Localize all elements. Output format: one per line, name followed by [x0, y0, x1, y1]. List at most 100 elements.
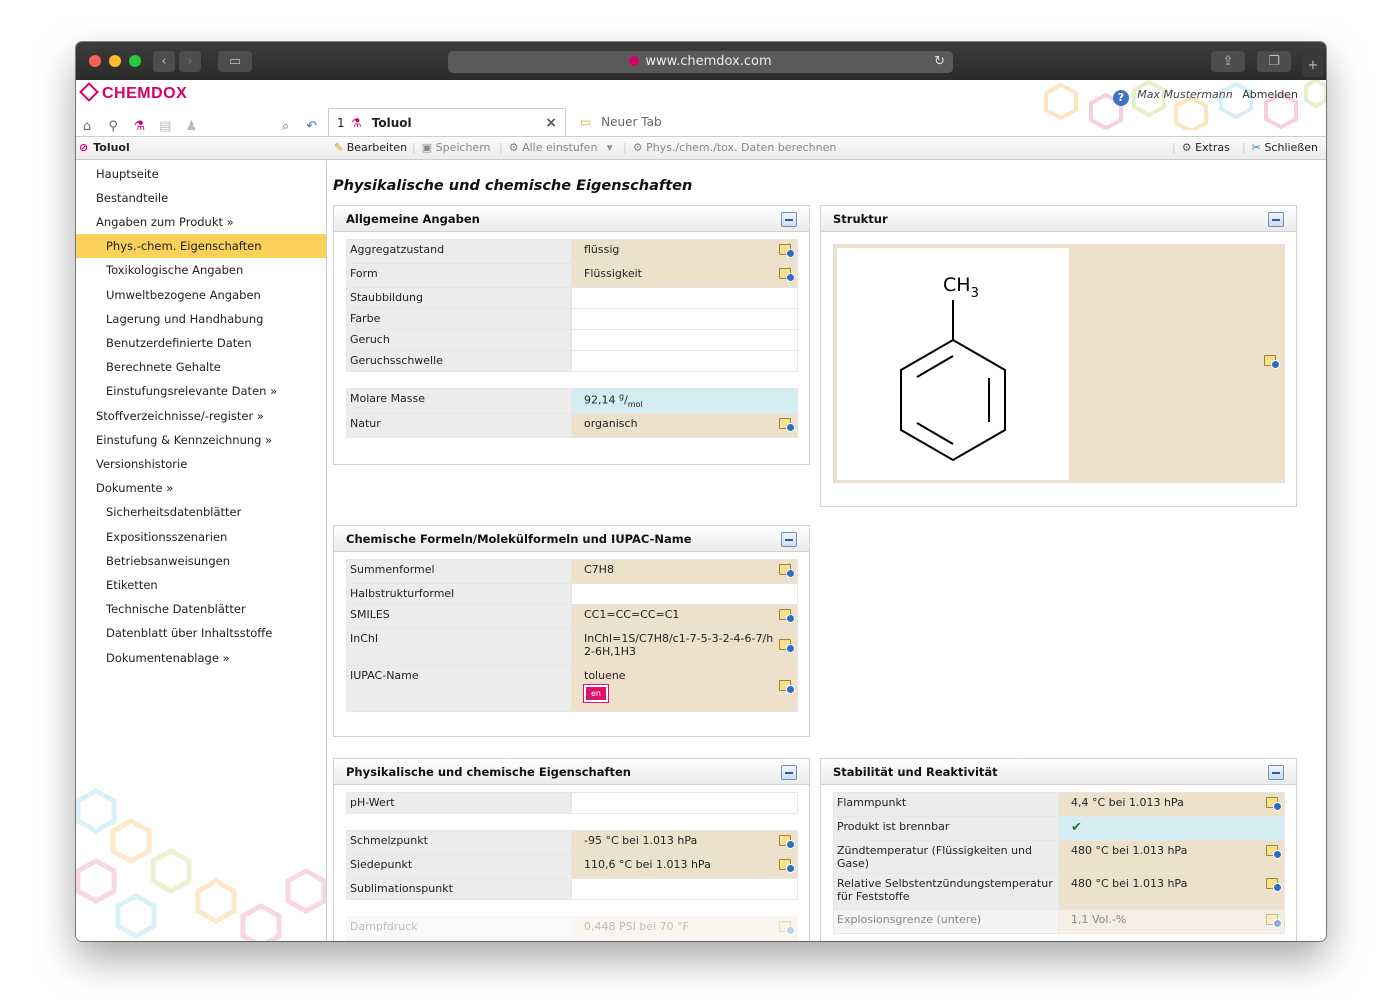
logout-link[interactable]: Abmelden — [1242, 88, 1298, 101]
row-value[interactable]: 480 °C bei 1.013 hPa — [1058, 873, 1285, 910]
structure-image[interactable]: CH3 — [837, 248, 1069, 480]
save-button[interactable]: | ▣ Speichern — [412, 141, 491, 154]
row-value[interactable]: 480 °C bei 1.013 hPa — [1058, 840, 1285, 874]
nav-item[interactable]: Versionshistorie — [76, 452, 326, 476]
nav-item[interactable]: Technische Datenblätter — [76, 597, 326, 621]
calc-button[interactable]: | ⚙ Phys./chem./tox. Daten berechnen — [623, 141, 836, 154]
row-value[interactable]: 92,14 g/mol — [571, 388, 798, 414]
edit-button[interactable]: ✎ Bearbeiten — [334, 141, 407, 154]
row-value[interactable] — [571, 878, 798, 900]
collapse-button[interactable] — [781, 765, 797, 780]
info-icon[interactable] — [779, 921, 795, 935]
close-window-button[interactable] — [89, 55, 101, 67]
reload-icon[interactable]: ↻ — [934, 51, 945, 73]
document-icon[interactable]: ▤ — [156, 119, 174, 135]
collapse-button[interactable] — [1268, 765, 1284, 780]
sidebar-toggle-icon[interactable]: ▭ — [218, 51, 252, 72]
row-value[interactable]: C7H8 — [571, 559, 798, 584]
zoom-window-button[interactable] — [129, 55, 141, 67]
row-value[interactable]: InChI=1S/C7H8/c1-7-5-3-2-4-6-7/h2-6H,1H3 — [571, 628, 798, 666]
row-value[interactable]: toluene en — [571, 665, 798, 712]
minimize-window-button[interactable] — [109, 55, 121, 67]
row-value[interactable]: -95 °C bei 1.013 hPa — [571, 830, 798, 855]
address-bar[interactable]: www.chemdox.com ↻ — [448, 51, 953, 73]
row-value[interactable]: ✔ — [1058, 816, 1285, 841]
extras-button[interactable]: | ⚙ Extras — [1172, 141, 1230, 154]
nav-item[interactable]: Dokumentenablage » — [76, 646, 326, 670]
tabs-overview-icon[interactable]: ❐ — [1257, 51, 1291, 72]
users-icon[interactable]: ♟ — [182, 119, 200, 135]
chemdox-logo[interactable]: CHEMDOX — [79, 82, 187, 103]
home-icon[interactable]: ⌂ — [78, 119, 96, 135]
nav-item[interactable]: Etiketten — [76, 573, 326, 597]
info-icon[interactable] — [1266, 878, 1282, 892]
collapse-button[interactable] — [781, 212, 797, 227]
nav-item[interactable]: Benutzerdefinierte Daten — [76, 331, 326, 355]
info-icon[interactable] — [779, 835, 795, 849]
back-button[interactable]: ‹ — [153, 51, 175, 72]
row-value[interactable]: 4,4 °C bei 1.013 hPa — [1058, 792, 1285, 817]
info-icon[interactable] — [779, 564, 795, 578]
search-icon[interactable]: ⚲ — [104, 119, 122, 135]
nav-item[interactable]: Dokumente » — [76, 476, 326, 500]
panel-formulas: Chemische Formeln/Molekülformeln und IUP… — [333, 525, 810, 737]
back-history-icon[interactable]: ↶ — [303, 119, 321, 135]
close-button[interactable]: | ✂ Schließen — [1242, 141, 1318, 154]
row-value[interactable] — [571, 287, 798, 309]
forward-button[interactable]: › — [179, 51, 201, 72]
row-value[interactable]: 1,1 Vol.-% — [1058, 909, 1285, 934]
nav-item[interactable]: Hauptseite — [76, 162, 326, 186]
help-icon[interactable]: ? — [1112, 90, 1129, 106]
row-label: Schmelzpunkt — [346, 830, 572, 855]
collapse-button[interactable] — [781, 532, 797, 547]
substituent-label: CH3 — [943, 274, 979, 301]
share-icon[interactable]: ⇪ — [1211, 51, 1245, 72]
info-icon[interactable] — [1266, 845, 1282, 859]
zoom-search-icon[interactable]: ⌕ — [277, 119, 295, 135]
nav-item[interactable]: Berechnete Gehalte — [76, 355, 326, 379]
info-icon[interactable] — [1264, 355, 1280, 369]
nav-item[interactable]: Stoffverzeichnisse/-register » — [76, 404, 326, 428]
classify-all-button[interactable]: | ⚙ Alle einstufen ▾ — [499, 141, 612, 154]
tab-toluol[interactable]: 1 ⚗ Toluol × — [328, 108, 566, 136]
substance-icon[interactable]: ⚗ — [130, 119, 148, 135]
nav-item-active[interactable]: Phys.-chem. Eigenschaften — [76, 234, 326, 258]
close-tab-icon[interactable]: × — [545, 109, 557, 137]
new-tab-icon[interactable]: + — [1302, 55, 1324, 77]
nav-item[interactable]: Angaben zum Produkt » — [76, 210, 326, 234]
nav-item[interactable]: Sicherheitsdatenblätter — [76, 500, 326, 524]
table-row: SMILES CC1=CC=CC=C1 — [346, 604, 798, 629]
row-value[interactable] — [571, 583, 798, 605]
nav-item[interactable]: Datenblatt über Inhaltsstoffe — [76, 621, 326, 645]
row-value[interactable]: 110,6 °C bei 1.013 hPa — [571, 854, 798, 879]
row-value[interactable] — [571, 308, 798, 330]
panel-title: Struktur — [821, 206, 1296, 232]
row-value[interactable]: 0,448 PSI bei 70 °F — [571, 916, 798, 941]
collapse-button[interactable] — [1268, 212, 1284, 227]
row-value[interactable]: organisch — [571, 413, 798, 438]
tab-new[interactable]: ▭ Neuer Tab — [572, 108, 692, 136]
row-value[interactable] — [571, 792, 798, 814]
info-icon[interactable] — [779, 418, 795, 432]
info-icon[interactable] — [779, 609, 795, 623]
nav-item[interactable]: Einstufung & Kennzeichnung » — [76, 428, 326, 452]
row-value[interactable] — [571, 329, 798, 351]
row-value[interactable]: Flüssigkeit — [571, 263, 798, 288]
nav-item[interactable]: Expositionsszenarien — [76, 525, 326, 549]
nav-item[interactable]: Bestandteile — [76, 186, 326, 210]
row-value[interactable]: CC1=CC=CC=C1 — [571, 604, 798, 629]
info-icon[interactable] — [779, 859, 795, 873]
info-icon[interactable] — [1266, 914, 1282, 928]
nav-item[interactable]: Umweltbezogene Angaben — [76, 283, 326, 307]
info-icon[interactable] — [779, 680, 795, 694]
info-icon[interactable] — [779, 639, 795, 653]
nav-item[interactable]: Einstufungsrelevante Daten » — [76, 379, 326, 403]
nav-item[interactable]: Betriebsanweisungen — [76, 549, 326, 573]
info-icon[interactable] — [779, 268, 795, 282]
info-icon[interactable] — [779, 244, 795, 258]
info-icon[interactable] — [1266, 797, 1282, 811]
row-value[interactable] — [571, 350, 798, 372]
nav-item[interactable]: Lagerung und Handhabung — [76, 307, 326, 331]
nav-item[interactable]: Toxikologische Angaben — [76, 258, 326, 282]
row-value[interactable]: flüssig — [571, 239, 798, 264]
